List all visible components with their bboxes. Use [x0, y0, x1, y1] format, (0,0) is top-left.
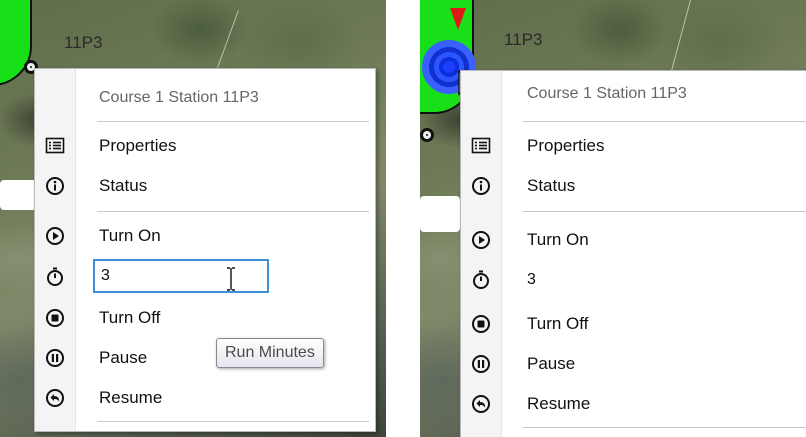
menu-item-label: Resume — [527, 394, 591, 413]
list-icon — [471, 137, 491, 154]
run-minutes-input[interactable] — [521, 263, 701, 297]
menu-item-label: Properties — [527, 136, 605, 155]
menu-item-label: Pause — [527, 354, 576, 373]
menu-item-label: Pause — [99, 348, 148, 367]
menu-item-label: Status — [99, 176, 148, 195]
stop-icon — [472, 315, 490, 333]
list-icon — [45, 137, 65, 154]
menu-title: Course 1 Station 11P3 — [527, 85, 687, 102]
stopwatch-icon — [473, 270, 489, 289]
play-icon — [472, 231, 490, 249]
left-map-panel: 11P3 Course 1 Station 11P3 Properties St… — [0, 0, 386, 437]
station-label: 11P3 — [64, 33, 103, 52]
menu-item-turn-off[interactable]: Turn Off — [35, 303, 375, 333]
menu-item-label: Turn Off — [99, 308, 161, 327]
menu-item-run-minutes — [35, 259, 375, 295]
menu-item-label: Turn On — [527, 230, 589, 249]
stop-icon — [46, 309, 64, 327]
info-icon — [46, 177, 64, 195]
menu-item-pause[interactable]: Pause — [461, 349, 806, 379]
run-minutes-input[interactable] — [93, 259, 269, 293]
map-highlight — [420, 196, 460, 232]
menu-item-label: Properties — [99, 136, 177, 155]
undo-icon — [46, 389, 64, 407]
menu-separator — [523, 121, 806, 122]
menu-item-resume[interactable]: Resume — [35, 383, 375, 413]
menu-item-turn-off[interactable]: Turn Off — [461, 309, 806, 339]
undo-icon — [472, 395, 490, 413]
menu-separator — [97, 121, 369, 122]
menu-item-run-minutes — [461, 263, 806, 297]
station-node[interactable] — [420, 128, 434, 142]
pause-icon — [472, 355, 490, 373]
menu-title: Course 1 Station 11P3 — [99, 89, 259, 106]
menu-item-label: Turn Off — [527, 314, 589, 333]
menu-item-label: Turn On — [99, 226, 161, 245]
menu-item-status[interactable]: Status — [35, 171, 375, 201]
stopwatch-icon — [47, 267, 63, 286]
menu-item-resume[interactable]: Resume — [461, 389, 806, 419]
station-label: 11P3 — [504, 30, 543, 49]
menu-separator — [97, 211, 369, 212]
run-minutes-tooltip: Run Minutes — [216, 338, 324, 368]
menu-item-label: Status — [527, 176, 576, 195]
context-menu: Course 1 Station 11P3 Properties Status — [34, 68, 376, 432]
menu-item-properties[interactable]: Properties — [35, 131, 375, 161]
play-icon — [46, 227, 64, 245]
text-cursor-icon — [227, 267, 235, 291]
menu-item-label: Resume — [99, 388, 163, 407]
right-map-panel: 11P3 Course 1 Station 11P3 Properties St… — [420, 0, 806, 437]
context-menu: Course 1 Station 11P3 Properties Status — [460, 70, 806, 437]
menu-separator — [97, 421, 369, 422]
info-icon — [472, 177, 490, 195]
menu-item-status[interactable]: Status — [461, 171, 806, 201]
menu-separator — [523, 427, 806, 428]
menu-separator — [523, 211, 806, 212]
pause-icon — [46, 349, 64, 367]
menu-item-turn-on[interactable]: Turn On — [461, 225, 806, 255]
menu-item-pause[interactable]: Pause — [35, 343, 375, 373]
menu-item-properties[interactable]: Properties — [461, 131, 806, 161]
menu-item-turn-on[interactable]: Turn On — [35, 221, 375, 251]
red-marker-icon — [450, 8, 466, 30]
